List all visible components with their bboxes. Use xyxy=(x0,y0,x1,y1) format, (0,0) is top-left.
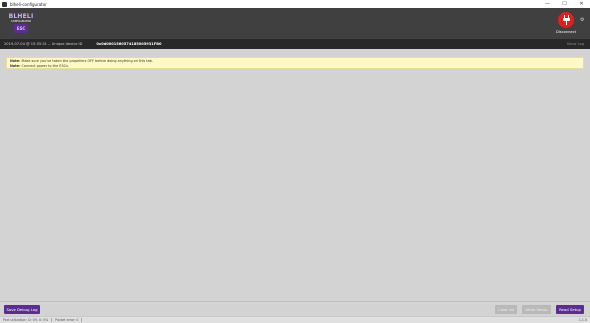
timestamp-text: 2019-07-04 @ 15:35:31 -- Unique device I… xyxy=(4,42,83,46)
plug-icon xyxy=(558,12,574,28)
show-log-link[interactable]: Show Log xyxy=(567,42,584,46)
note-label: Note: xyxy=(10,63,21,68)
app-header: BLHELI CONFIGURATOR ESC ⚙ xyxy=(0,8,590,39)
disconnect-button[interactable]: Disconnect xyxy=(556,12,576,38)
close-button[interactable]: ✕ xyxy=(573,0,590,8)
port-utilization: Port utilization: D: 0% U: 0% xyxy=(0,318,53,322)
app-logo: BLHELI CONFIGURATOR ESC xyxy=(8,14,34,34)
disconnect-label: Disconnect xyxy=(556,30,576,34)
logo-subtitle: CONFIGURATOR xyxy=(11,20,31,23)
unique-device-id: 0x0d0001560574185005931FB0 xyxy=(96,42,162,46)
packet-error: Packet error: 0 xyxy=(52,318,83,322)
note-line-power: Note: Connect power to the ESCs. xyxy=(10,64,580,69)
settings-gear-icon[interactable]: ⚙ xyxy=(580,18,584,23)
status-bar: 2019-07-04 @ 15:35:31 -- Unique device I… xyxy=(0,39,590,49)
footer-divider xyxy=(0,301,590,302)
logo-badge-text: ESC xyxy=(16,26,26,31)
window-controls: — ☐ ✕ xyxy=(539,0,590,8)
window-titlebar: blheli-configurator — ☐ ✕ xyxy=(0,0,590,8)
window-title: blheli-configurator xyxy=(10,1,47,7)
read-setup-button[interactable]: Read Setup xyxy=(556,305,584,314)
note-label: Note: xyxy=(10,59,21,63)
note-text: Make sure you've taken the propellers OF… xyxy=(20,59,153,63)
maximize-button[interactable]: ☐ xyxy=(556,0,573,8)
version-text: 1.1.0 xyxy=(578,318,587,322)
bottom-status-bar: Port utilization: D: 0% U: 0% Packet err… xyxy=(0,316,590,323)
warning-note: Note: Make sure you've taken the propell… xyxy=(6,57,584,69)
note-text: Connect power to the ESCs. xyxy=(20,63,69,68)
app-icon xyxy=(2,1,7,7)
logo-badge: ESC xyxy=(14,24,28,33)
minimize-button[interactable]: — xyxy=(539,0,556,8)
save-debug-log-button[interactable]: Save Debug Log xyxy=(4,305,40,314)
clear-all-button[interactable]: Clear All xyxy=(495,305,517,314)
write-setup-button[interactable]: Write Setup xyxy=(522,305,551,314)
